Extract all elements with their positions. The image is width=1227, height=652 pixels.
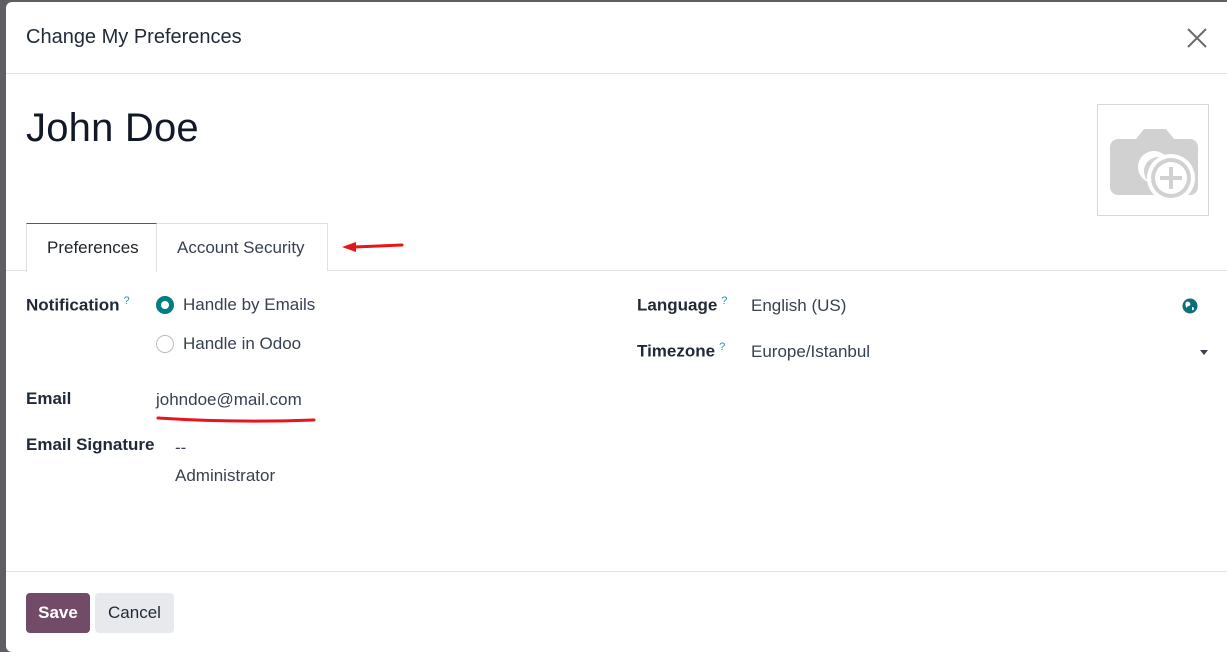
camera-plus-icon xyxy=(1110,129,1198,202)
annotation-arrow-icon xyxy=(342,242,404,252)
cancel-button[interactable]: Cancel xyxy=(95,593,174,633)
preferences-dialog: Change My Preferences John Doe Preferenc… xyxy=(6,2,1227,652)
timezone-select[interactable]: Europe/Istanbul xyxy=(751,342,870,362)
dialog-footer: Save Cancel xyxy=(6,571,1227,652)
dialog-title: Change My Preferences xyxy=(26,26,242,48)
tab-bar: Preferences Account Security xyxy=(6,223,1227,272)
language-help-icon[interactable]: ? xyxy=(721,295,727,307)
language-select[interactable]: English (US) xyxy=(751,296,846,316)
record-name: John Doe xyxy=(26,106,199,150)
caret-down-icon[interactable] xyxy=(1199,348,1209,356)
avatar-upload[interactable] xyxy=(1097,104,1209,216)
close-button[interactable] xyxy=(1185,26,1209,50)
radio-unchecked-icon[interactable] xyxy=(156,335,174,353)
email-signature-line-1[interactable]: -- xyxy=(175,438,186,458)
language-label: Language? xyxy=(637,295,727,316)
notification-label: Notification? xyxy=(26,295,130,316)
timezone-label-text: Timezone xyxy=(637,341,716,361)
timezone-help-icon[interactable]: ? xyxy=(719,341,725,353)
tab-account-security[interactable]: Account Security xyxy=(156,223,328,271)
timezone-label: Timezone? xyxy=(637,341,725,362)
email-signature-line-2[interactable]: Administrator xyxy=(175,466,275,486)
email-label: Email xyxy=(26,389,72,408)
radio-handle-in-odoo[interactable]: Handle in Odoo xyxy=(156,334,301,354)
notification-label-text: Notification xyxy=(26,295,120,315)
email-signature-label: Email Signature xyxy=(26,435,155,454)
radio-handle-by-emails[interactable]: Handle by Emails xyxy=(156,295,315,315)
dialog-header: Change My Preferences xyxy=(6,2,1227,74)
globe-icon[interactable] xyxy=(1182,298,1198,314)
close-icon xyxy=(1187,28,1207,48)
save-button[interactable]: Save xyxy=(26,593,90,633)
tab-preferences[interactable]: Preferences xyxy=(26,223,157,272)
notification-help-icon[interactable]: ? xyxy=(124,295,130,307)
email-field[interactable]: johndoe@mail.com xyxy=(156,390,302,410)
radio-label: Handle by Emails xyxy=(183,295,316,314)
language-label-text: Language xyxy=(637,295,718,315)
radio-checked-icon[interactable] xyxy=(156,296,174,314)
annotation-underline xyxy=(156,416,316,423)
radio-label: Handle in Odoo xyxy=(183,334,302,353)
